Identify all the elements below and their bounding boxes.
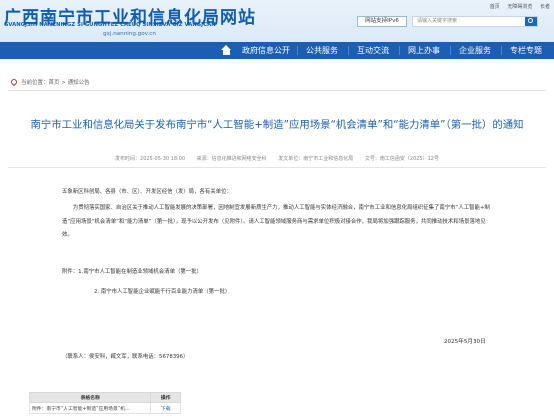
article-meta: 发布时间：2025-05-30 18:00 来源：信息化推进和网络安全科 发文单…: [8, 155, 546, 162]
search-button[interactable]: [525, 17, 537, 26]
table-header-name: 表格名称: [28, 392, 152, 403]
nav-divider: [297, 46, 298, 55]
download-link[interactable]: 下载: [150, 402, 181, 414]
nav-item-gov-info[interactable]: 政府信息公开: [240, 42, 292, 59]
top-link-accessibility[interactable]: 无障碍浏览: [507, 4, 532, 10]
attachment-name: 附件：南宁市“人工智能+制造”应用场景“机...: [28, 402, 152, 414]
issuer: 发文单位：南宁市工业和信息化局: [278, 156, 354, 162]
search-input[interactable]: 请输入关键字搜索: [412, 16, 538, 27]
nav-item-online-service[interactable]: 网上办事: [403, 42, 445, 59]
search-placeholder: 请输入关键字搜索: [417, 18, 458, 24]
top-link-home[interactable]: 首页: [490, 4, 500, 10]
nav-item-special-topics[interactable]: 专栏专题: [505, 42, 547, 59]
nav-item-enterprise[interactable]: 企业服务: [454, 42, 496, 59]
nav-item-public-service[interactable]: 公共服务: [301, 42, 343, 59]
source: 来源：信息化推进和网络安全科: [196, 156, 267, 162]
article-title: 南宁市工业和信息化局关于发布南宁市“人工智能+制造”应用场景“机会清单”和“能力…: [30, 119, 524, 131]
attachment-link-1[interactable]: 附件：1.南宁市人工智能在制造业领域机会清单（第一批）: [62, 266, 202, 278]
nav-item-interaction[interactable]: 互动交流: [352, 42, 394, 59]
salutation: 五象新区科创局、各县（市、区）、开发区经信（发）局，各有关单位：: [62, 189, 232, 195]
nav-divider: [399, 46, 400, 55]
main-nav: 政府信息公开 公共服务 互动交流 网上办事 企业服务 专栏专题: [0, 42, 554, 59]
breadcrumb: 当前位置：首页 > 通知公告: [9, 77, 90, 87]
body-paragraph: 为贯彻落实国家、自治区关于推动人工智能发展的决策部署，因地制宜发展新质生产力，推…: [62, 205, 490, 238]
site-url: gxj.nanning.gov.cn: [103, 31, 156, 37]
divider: [8, 167, 546, 168]
nav-divider: [450, 46, 451, 55]
site-header: 广西南宁市工业和信息化局网站 GVANGJSIH NANZNINGZ SI GU…: [0, 0, 554, 42]
top-link-elder[interactable]: 长者: [540, 4, 550, 10]
table-row: 附件：南宁市“人工智能+制造”应用场景“机... 下载: [28, 402, 181, 414]
site-title-pinyin: GVANGJSIH NANZNINGZ SI GUNGHYEZ CAEUQ SI…: [4, 22, 216, 28]
publish-time: 发布时间：2025-05-30 18:00: [115, 156, 186, 162]
table-header-action: 操作: [150, 392, 181, 403]
ipv6-badge: 网站支持IPv6: [357, 16, 407, 27]
document-number: 文号：南工信函安〔2025〕12号: [364, 156, 439, 162]
nav-divider: [348, 46, 349, 55]
search-icon: [528, 18, 533, 23]
top-links: 首页 无障碍浏览 长者: [484, 3, 550, 10]
divider: [8, 90, 546, 91]
attachments-table: 表格名称 操作 附件：南宁市“人工智能+制造”应用场景“机... 下载: [28, 392, 181, 414]
breadcrumb-text[interactable]: 当前位置：首页 > 通知公告: [21, 80, 90, 86]
signature-date: 2025年5月30日: [444, 339, 486, 345]
location-pin-icon: [9, 77, 19, 87]
contact-info: （联系人：侯安科，臧文军，联系电话：5678396）: [62, 354, 189, 360]
nav-divider: [501, 46, 502, 55]
attachment-link-2[interactable]: 2. 南宁市人工智能企业赋能千行百业能力清单（第一批）: [94, 286, 230, 298]
home-icon[interactable]: [221, 45, 232, 56]
